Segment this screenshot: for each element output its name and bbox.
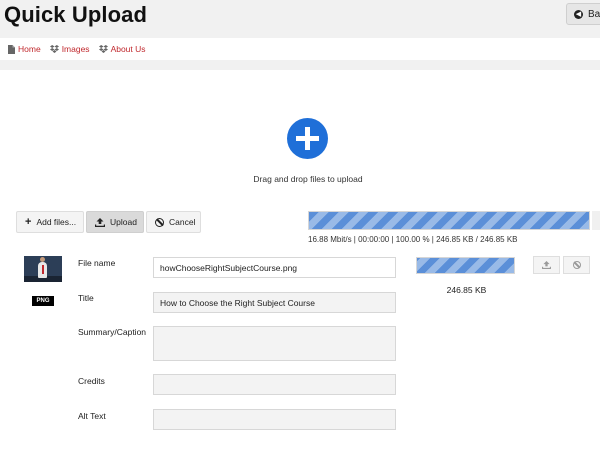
page-icon (8, 44, 15, 54)
summary-label: Summary/Caption (78, 327, 147, 337)
file-name-label: File name (78, 258, 116, 268)
ban-icon (572, 261, 581, 269)
overall-progress-bar (308, 211, 590, 230)
file-thumbnail (24, 256, 62, 282)
arrow-left-icon: ◀ (574, 9, 583, 19)
back-button[interactable]: ◀ Back (566, 3, 600, 25)
page-title: Quick Upload (4, 2, 147, 27)
upload-icon (95, 217, 105, 227)
plus-circle-icon[interactable] (287, 118, 328, 159)
file-type-badge: PNG (32, 296, 54, 306)
progress-divider (592, 211, 600, 230)
dropbox-icon (49, 45, 59, 53)
breadcrumb: Home Images About Us (0, 38, 600, 60)
upload-label: Upload (110, 217, 137, 227)
back-button-label: Back (588, 8, 600, 20)
dropzone-text: Drag and drop files to upload (253, 174, 363, 184)
file-name-field[interactable]: howChooseRightSubjectCourse.png (153, 257, 396, 278)
ban-icon (155, 217, 164, 227)
file-progress-fill (417, 258, 514, 273)
add-files-label: Add files... (36, 217, 77, 227)
plus-icon: + (25, 215, 32, 228)
upload-panel: Drag and drop files to upload + Add file… (0, 70, 600, 464)
file-size: 246.85 KB (446, 285, 487, 295)
title-field[interactable]: How to Choose the Right Subject Course (153, 292, 396, 313)
breadcrumb-label: About Us (110, 44, 146, 54)
alt-text-label: Alt Text (78, 411, 106, 421)
upload-button[interactable]: Upload (86, 211, 144, 233)
breadcrumb-images[interactable]: Images (49, 44, 90, 54)
file-upload-button[interactable] (533, 256, 560, 274)
upload-icon (542, 261, 551, 269)
add-files-button[interactable]: + Add files... (16, 211, 84, 233)
summary-field[interactable] (153, 326, 396, 361)
breadcrumb-about-us[interactable]: About Us (98, 44, 146, 54)
breadcrumb-label: Images (61, 44, 90, 54)
cancel-button[interactable]: Cancel (146, 211, 201, 233)
credits-field[interactable] (153, 374, 396, 395)
file-cancel-button[interactable] (563, 256, 590, 274)
dropbox-icon (98, 45, 108, 53)
overall-progress-fill (309, 212, 589, 229)
credits-label: Credits (78, 376, 105, 386)
cancel-label: Cancel (169, 217, 196, 227)
progress-stats: 16.88 Mbit/s | 00:00:00 | 100.00 % | 246… (308, 235, 518, 244)
breadcrumb-label: Home (18, 44, 41, 54)
title-label: Title (78, 293, 94, 303)
file-progress-bar (416, 257, 515, 274)
breadcrumb-home[interactable]: Home (8, 44, 41, 54)
alt-text-field[interactable] (153, 409, 396, 430)
